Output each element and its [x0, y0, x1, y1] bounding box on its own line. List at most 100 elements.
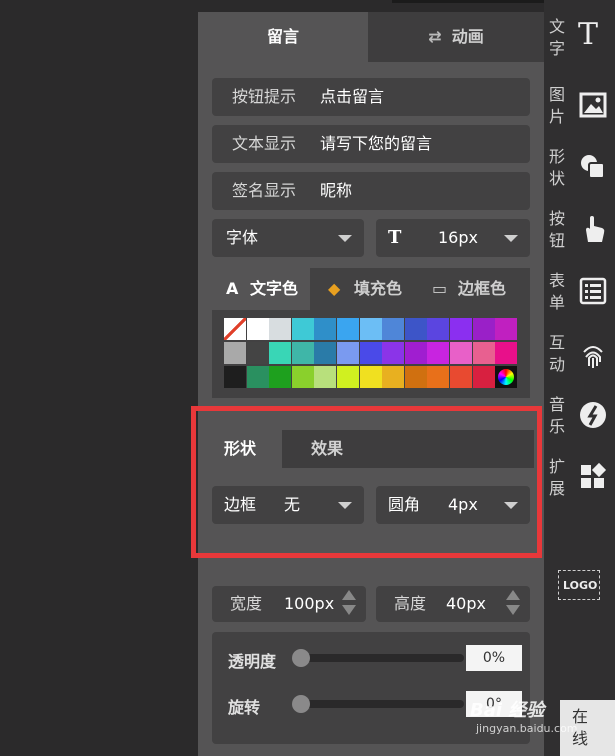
sidebar-item-text[interactable]: 文字 T — [544, 16, 615, 78]
color-swatch[interactable] — [337, 366, 359, 388]
color-swatch[interactable] — [404, 366, 427, 388]
button-icon — [586, 216, 605, 242]
color-picker-icon[interactable] — [495, 366, 518, 388]
opacity-label: 透明度 — [228, 652, 277, 671]
fill-bucket-icon: ◆ — [328, 279, 341, 298]
text-color-icon: A — [226, 279, 239, 298]
arrow-up-icon[interactable] — [342, 590, 356, 600]
no-color-swatch[interactable] — [224, 318, 246, 340]
sidebar-item-button[interactable]: 按钮 — [544, 208, 615, 270]
color-swatch[interactable] — [427, 366, 450, 388]
color-swatch[interactable] — [246, 318, 269, 340]
sidebar-item-label: 扩展 — [548, 457, 565, 498]
color-swatch[interactable] — [269, 318, 292, 340]
color-swatch[interactable] — [246, 342, 269, 364]
text-display-field[interactable]: 文本显示 请写下您的留言 — [212, 125, 530, 163]
height-value[interactable]: 40px — [446, 586, 486, 622]
color-swatch[interactable] — [269, 342, 292, 364]
height-label: 高度 — [394, 594, 427, 613]
color-swatch[interactable] — [472, 342, 495, 364]
field-label: 文本显示 — [232, 134, 297, 153]
width-stepper[interactable]: 宽度 100px — [212, 586, 366, 622]
tab-animation[interactable]: ⇄ 动画 — [368, 12, 544, 62]
color-swatch[interactable] — [337, 318, 359, 340]
font-size-dropdown[interactable]: T 16px — [376, 219, 530, 257]
color-swatch[interactable] — [291, 342, 314, 364]
sidebar-item-music[interactable]: 音乐 — [544, 394, 615, 456]
opacity-value[interactable]: 0% — [466, 645, 522, 671]
logo-button[interactable]: LOGO — [558, 570, 600, 600]
rotation-slider-handle[interactable] — [292, 695, 310, 713]
signature-display-field[interactable]: 签名显示 昵称 — [212, 172, 530, 210]
field-value[interactable]: 昵称 — [320, 172, 352, 210]
color-swatch[interactable] — [427, 342, 450, 364]
tab-text-color[interactable]: A 文字色 — [212, 268, 310, 310]
color-swatch[interactable] — [246, 366, 269, 388]
color-swatch[interactable] — [314, 366, 337, 388]
rotation-slider[interactable] — [292, 700, 464, 708]
tab-animation-label: 动画 — [451, 27, 484, 46]
color-swatch[interactable] — [495, 342, 518, 364]
tab-message[interactable]: 留言 — [198, 12, 368, 62]
arrow-down-icon[interactable] — [506, 605, 520, 615]
height-stepper[interactable]: 高度 40px — [376, 586, 530, 622]
sidebar-item-label: 文字 — [548, 17, 565, 58]
color-swatch[interactable] — [291, 318, 314, 340]
stepper-arrows[interactable] — [342, 590, 356, 615]
color-swatch[interactable] — [382, 366, 405, 388]
tab-text-color-label: 文字色 — [250, 279, 299, 298]
color-swatch[interactable] — [314, 342, 337, 364]
tab-fill-color[interactable]: ◆ 填充色 — [320, 268, 420, 310]
color-swatch[interactable] — [382, 318, 405, 340]
tab-border-color[interactable]: ▭ 边框色 — [424, 268, 530, 310]
color-swatch[interactable] — [495, 318, 518, 340]
music-icon — [580, 402, 606, 428]
text-icon: T — [578, 17, 599, 52]
sidebar-item-shape[interactable]: 形状 — [544, 146, 615, 208]
sidebar-item-label: 表单 — [548, 271, 565, 312]
sidebar-item-form[interactable]: 表单 — [544, 270, 615, 332]
color-swatch[interactable] — [382, 342, 405, 364]
color-swatch[interactable] — [314, 318, 337, 340]
font-size-value: 16px — [438, 228, 478, 247]
arrow-up-icon[interactable] — [506, 590, 520, 600]
width-value[interactable]: 100px — [284, 586, 334, 622]
color-swatch[interactable] — [404, 342, 427, 364]
stepper-arrows[interactable] — [506, 590, 520, 615]
color-swatch[interactable] — [450, 318, 472, 340]
sidebar-item-extension[interactable]: 扩展 — [544, 456, 615, 518]
color-swatch[interactable] — [224, 366, 246, 388]
component-sidebar: 文字 T 图片 形状 按钮 表单 互动 音乐 扩展 LOGO — [544, 0, 615, 756]
chevron-down-icon — [504, 235, 518, 242]
font-family-dropdown[interactable]: 字体 — [212, 219, 364, 257]
color-swatch[interactable] — [404, 318, 427, 340]
chevron-down-icon — [338, 235, 352, 242]
border-icon: ▭ — [432, 279, 448, 298]
image-icon — [579, 92, 607, 118]
sidebar-item-interaction[interactable]: 互动 — [544, 332, 615, 394]
color-swatch[interactable] — [269, 366, 292, 388]
color-swatch[interactable] — [450, 342, 472, 364]
color-swatch[interactable] — [359, 342, 382, 364]
field-value[interactable]: 点击留言 — [320, 78, 384, 116]
tab-fill-color-label: 填充色 — [354, 279, 403, 298]
color-swatch[interactable] — [337, 342, 359, 364]
field-value[interactable]: 请写下您的留言 — [320, 125, 432, 163]
color-swatch[interactable] — [224, 342, 246, 364]
button-hint-field[interactable]: 按钮提示 点击留言 — [212, 78, 530, 116]
color-swatch[interactable] — [472, 366, 495, 388]
color-panel: A 文字色 ◆ 填充色 ▭ 边框色 — [212, 268, 530, 398]
color-swatch[interactable] — [291, 366, 314, 388]
field-label: 签名显示 — [232, 181, 297, 200]
opacity-slider-handle[interactable] — [292, 649, 310, 667]
field-label: 按钮提示 — [232, 87, 297, 106]
color-swatch[interactable] — [427, 318, 450, 340]
color-swatch[interactable] — [472, 318, 495, 340]
form-icon — [579, 277, 607, 305]
sidebar-item-image[interactable]: 图片 — [544, 84, 615, 146]
color-swatch[interactable] — [450, 366, 472, 388]
opacity-slider[interactable] — [292, 654, 464, 662]
color-swatch[interactable] — [359, 366, 382, 388]
color-swatch[interactable] — [359, 318, 382, 340]
arrow-down-icon[interactable] — [342, 605, 356, 615]
